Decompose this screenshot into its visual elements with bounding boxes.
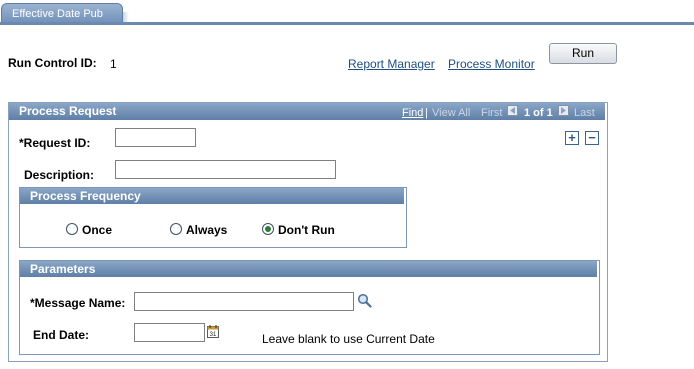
- view-all-link[interactable]: View All: [432, 107, 470, 119]
- radio-always-label[interactable]: Always: [186, 223, 227, 237]
- end-date-label: End Date:: [33, 328, 90, 342]
- calendar-icon[interactable]: 31: [207, 325, 219, 338]
- triangle-left-icon[interactable]: [507, 105, 518, 116]
- process-monitor-link[interactable]: Process Monitor: [448, 57, 535, 71]
- record-count: 1 of 1: [524, 107, 553, 119]
- message-name-label: *Message Name:: [30, 296, 126, 310]
- radio-dont-run[interactable]: [262, 223, 274, 235]
- tab-effective-date-pub[interactable]: Effective Date Pub: [1, 3, 123, 24]
- description-label: Description:: [24, 168, 95, 182]
- request-id-label: *Request ID:: [19, 136, 91, 150]
- process-request-title: Process Request: [19, 104, 117, 118]
- magnifier-icon[interactable]: [357, 293, 372, 308]
- radio-once-label[interactable]: Once: [82, 223, 112, 237]
- message-name-input[interactable]: [134, 292, 354, 311]
- last-link[interactable]: Last: [574, 107, 595, 119]
- find-link[interactable]: Find: [402, 107, 423, 119]
- minus-icon[interactable]: −: [585, 131, 599, 145]
- process-frequency-title: Process Frequency: [30, 189, 141, 203]
- run-button[interactable]: Run: [549, 43, 617, 64]
- nav-separator: |: [425, 107, 428, 119]
- radio-dont-run-label[interactable]: Don't Run: [278, 223, 335, 237]
- run-control-label: Run Control ID:: [8, 56, 97, 70]
- report-manager-link[interactable]: Report Manager: [348, 57, 435, 71]
- plus-icon[interactable]: +: [565, 131, 579, 145]
- request-id-input[interactable]: [115, 128, 196, 147]
- tab-underline: [0, 22, 694, 25]
- description-input[interactable]: [115, 160, 336, 179]
- run-control-value: 1: [110, 57, 117, 71]
- end-date-hint: Leave blank to use Current Date: [262, 332, 435, 346]
- end-date-input[interactable]: [134, 323, 205, 342]
- triangle-right-icon[interactable]: [558, 105, 569, 116]
- radio-once[interactable]: [66, 223, 78, 235]
- first-link[interactable]: First: [481, 107, 502, 119]
- parameters-title: Parameters: [30, 262, 96, 276]
- radio-always[interactable]: [170, 223, 182, 235]
- parameters-header: Parameters: [20, 261, 597, 277]
- svg-text:31: 31: [210, 332, 217, 338]
- process-frequency-header: Process Frequency: [20, 188, 404, 204]
